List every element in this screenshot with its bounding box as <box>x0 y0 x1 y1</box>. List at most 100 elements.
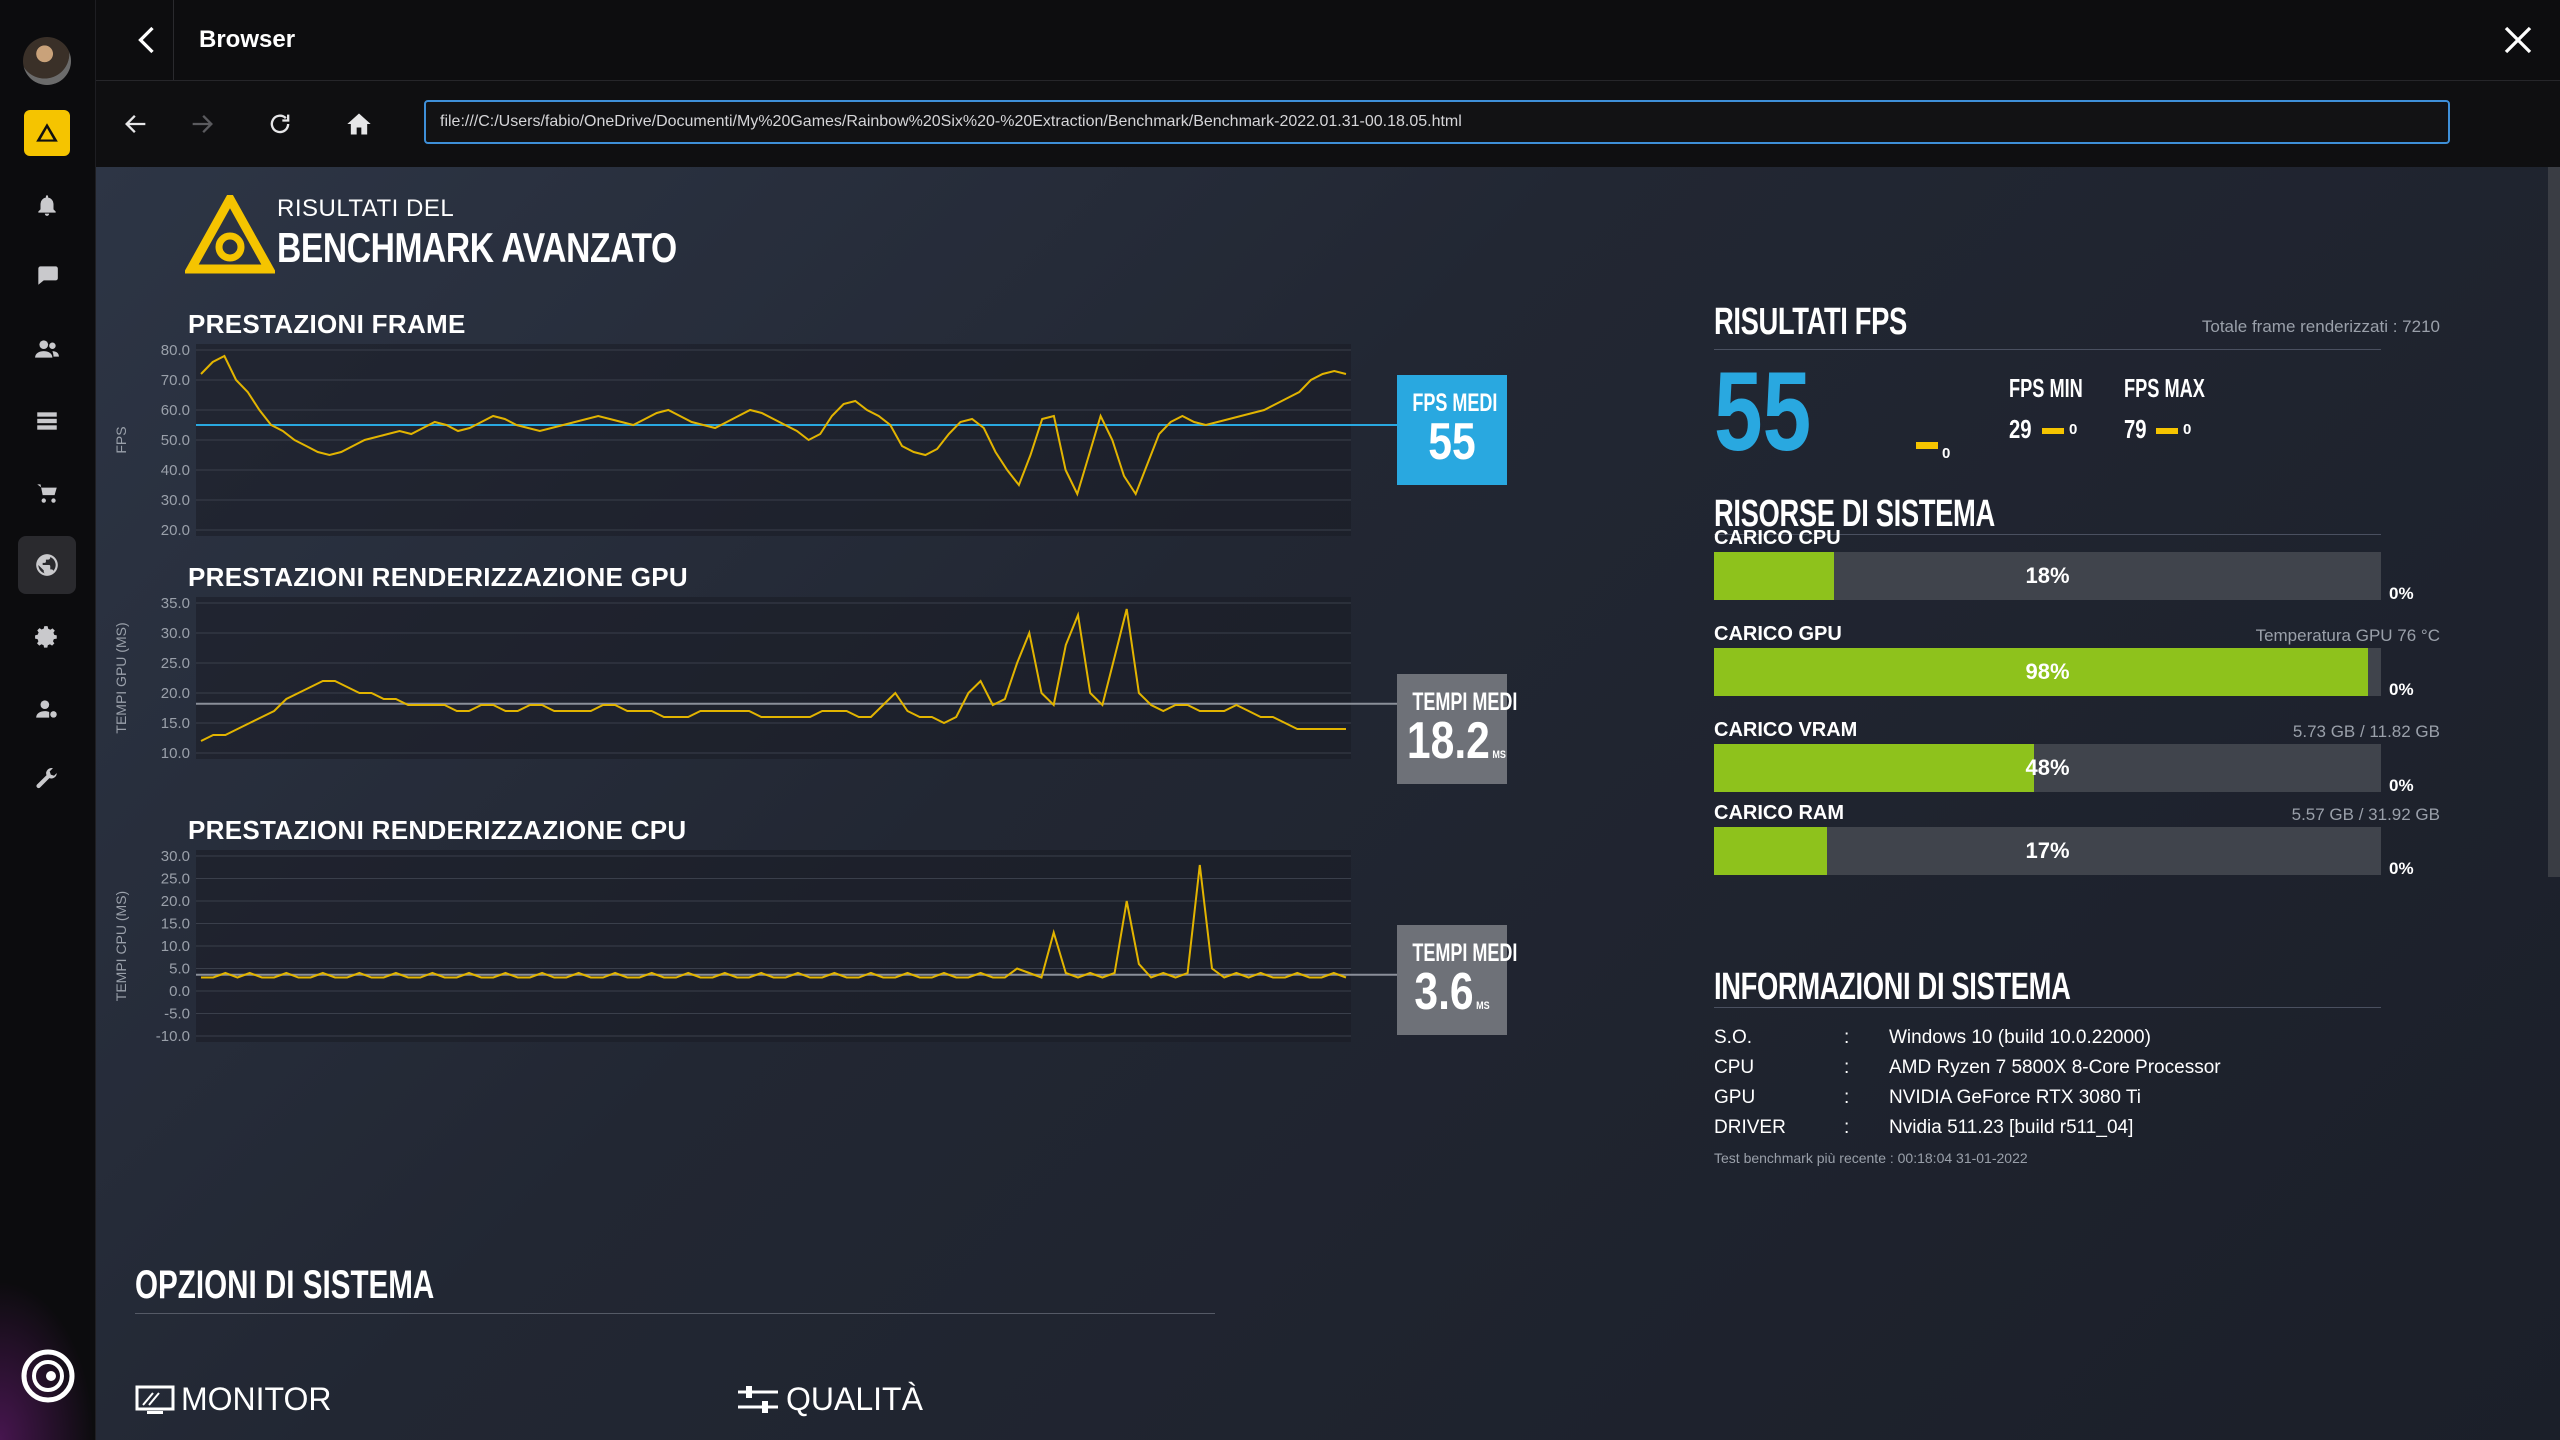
y-tick-label: 80.0 <box>161 342 190 359</box>
sysinfo-value: AMD Ryzen 7 5800X 8-Core Processor <box>1889 1057 2221 1078</box>
cpu-chart: 30.0 25.0 20.0 15.0 10.0 5.0 0.0 -5.0 -10.0 TEMPI… <box>113 848 1397 1045</box>
y-tick-label: 5.0 <box>169 961 190 978</box>
y-tick-label: 30.0 <box>161 492 190 509</box>
y-tick-label: 15.0 <box>161 715 190 732</box>
fps-avg-dash <box>1916 442 1938 449</box>
page-scrollbar[interactable] <box>2548 167 2560 877</box>
fps-min-value: 29 <box>2009 414 2032 444</box>
resource-percent: 17% <box>2025 838 2070 863</box>
account-icon[interactable] <box>24 686 70 732</box>
gpu-chart: 35.0 30.0 25.0 20.0 15.0 10.0 TEMPI GPU (MS) <box>113 595 1397 762</box>
y-tick-label: 30.0 <box>161 625 190 642</box>
fps-avg-sub: 0 <box>1942 445 1951 462</box>
back-chevron-icon[interactable] <box>130 22 166 58</box>
sysinfo-key: DRIVER <box>1714 1117 1786 1138</box>
sysinfo-footer: Test benchmark più recente : 00:18:04 31… <box>1714 1150 2028 1166</box>
monitor-label: MONITOR <box>181 1381 332 1417</box>
fps-max-sub: 0 <box>2183 421 2192 438</box>
y-tick-label: 10.0 <box>161 938 190 955</box>
resource-label: CARICO GPU <box>1714 623 1842 645</box>
close-icon[interactable] <box>2500 22 2536 58</box>
resource-percent: 48% <box>2025 755 2070 780</box>
sysinfo-key: CPU <box>1714 1057 1755 1078</box>
y-tick-label: 50.0 <box>161 432 190 449</box>
total-frames: Totale frame renderizzati : 7210 <box>2201 317 2440 336</box>
fps-chart: 80.0 70.0 60.0 50.0 40.0 30.0 20.0 FPS <box>113 342 1397 539</box>
friends-icon[interactable] <box>24 326 70 372</box>
y-tick-label: 25.0 <box>161 871 190 888</box>
fps-min-sub: 0 <box>2069 421 2078 438</box>
cpu-avg-badge: TEMPI MEDI 3.6 MS <box>1397 925 1517 1035</box>
title-bar: Browser <box>96 0 2560 81</box>
nav-forward-icon[interactable] <box>183 105 221 143</box>
divider <box>1714 349 2381 350</box>
sysinfo-key: GPU <box>1714 1087 1756 1108</box>
resource-zero: 0% <box>2389 680 2414 699</box>
reload-icon[interactable] <box>261 105 299 143</box>
nav-back-icon[interactable] <box>117 105 155 143</box>
y-tick-label: 20.0 <box>161 522 190 539</box>
resource-detail: 5.57 GB / 31.92 GB <box>2291 805 2440 824</box>
monitor-tab[interactable]: MONITOR <box>135 1381 332 1418</box>
y-tick-label: 40.0 <box>161 462 190 479</box>
home-icon[interactable] <box>340 105 378 143</box>
resource-zero: 0% <box>2389 859 2414 878</box>
y-tick-label: 20.0 <box>161 685 190 702</box>
gpu-avg-unit: MS <box>1492 749 1506 761</box>
divider <box>135 1313 1215 1314</box>
sysinfo-value: NVIDIA GeForce RTX 3080 Ti <box>1889 1087 2142 1108</box>
sysinfo-title: INFORMAZIONI DI SISTEMA <box>1714 966 2071 1008</box>
library-icon[interactable] <box>24 398 70 444</box>
tools-icon[interactable] <box>24 756 70 802</box>
sysinfo-colon: : <box>1844 1087 1850 1108</box>
resource-zero: 0% <box>2389 776 2414 795</box>
y-tick-label: 25.0 <box>161 655 190 672</box>
settings-icon[interactable] <box>24 614 70 660</box>
resource-bar: 17% <box>1714 827 2381 875</box>
sliders-icon <box>738 1385 778 1413</box>
y-tick-label: 60.0 <box>161 402 190 419</box>
cpu-avg-number: 3.6 <box>1414 963 1474 1021</box>
sidebar <box>0 0 96 1440</box>
fps-avg-badge: FPS MEDI 55 <box>1397 375 1507 485</box>
cpu-avg-value: 3.6 MS <box>1407 966 1497 1030</box>
cpu-section-title: PRESTAZIONI RENDERIZZAZIONE CPU <box>188 815 687 845</box>
benchmark-icon[interactable] <box>24 110 70 156</box>
browser-nav-bar: file:///C:/Users/fabio/OneDrive/Document… <box>96 81 2560 167</box>
cpu-avg-unit: MS <box>1476 1000 1490 1012</box>
resource-label: CARICO CPU <box>1714 527 1841 549</box>
hero-title: BENCHMARK AVANZATO <box>277 224 677 271</box>
fps-results-title: RISULTATI FPS <box>1714 301 1907 343</box>
y-tick-label: 15.0 <box>161 916 190 933</box>
y-tick-label: -10.0 <box>156 1028 190 1045</box>
gpu-section-title: PRESTAZIONI RENDERIZZAZIONE GPU <box>188 562 688 592</box>
avatar[interactable] <box>23 37 71 85</box>
resource-label: CARICO RAM <box>1714 802 1844 824</box>
divider <box>1714 1007 2381 1008</box>
resource-bar: 98% <box>1714 648 2381 696</box>
benchmark-logo-icon <box>185 195 275 274</box>
benchmark-page: RISULTATI DEL BENCHMARK AVANZATO PRESTAZ… <box>96 167 2560 1440</box>
y-tick-label: 70.0 <box>161 372 190 389</box>
resource-zero: 0% <box>2389 584 2414 603</box>
url-input[interactable]: file:///C:/Users/fabio/OneDrive/Document… <box>424 100 2450 144</box>
sysinfo-value: Nvidia 511.23 [build r511_04] <box>1889 1117 2134 1138</box>
resource-detail: 5.73 GB / 11.82 GB <box>2292 722 2440 741</box>
bell-icon[interactable] <box>24 182 70 228</box>
fps-avg-big: 55 <box>1714 349 1812 474</box>
ubisoft-logo[interactable] <box>18 1346 78 1406</box>
frame-section-title: PRESTAZIONI FRAME <box>188 309 466 339</box>
y-axis-label: TEMPI CPU (MS) <box>113 891 129 1001</box>
y-tick-label: 10.0 <box>161 745 190 762</box>
options-title: OPZIONI DI SISTEMA <box>135 1263 435 1307</box>
sysinfo-value: Windows 10 (build 10.0.22000) <box>1889 1027 2151 1048</box>
y-tick-label: 30.0 <box>161 848 190 865</box>
y-axis-label: FPS <box>113 426 129 453</box>
world-icon[interactable] <box>18 536 76 594</box>
sysinfo-colon: : <box>1844 1057 1850 1078</box>
plot-area <box>196 597 1351 759</box>
chat-icon[interactable] <box>24 252 70 298</box>
sysinfo-key: S.O. <box>1714 1027 1753 1048</box>
quality-tab[interactable]: QUALITÀ <box>736 1381 923 1418</box>
store-icon[interactable] <box>24 470 70 516</box>
